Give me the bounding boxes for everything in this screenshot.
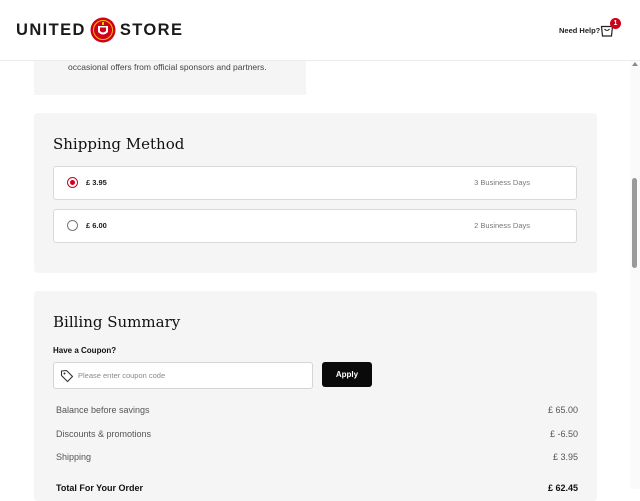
billing-summary-title: Billing Summary xyxy=(53,313,181,331)
shipping-option-express[interactable]: £ 6.00 2 Business Days xyxy=(53,209,577,243)
shipping-price: £ 6.00 xyxy=(86,221,107,230)
summary-value: £ -6.50 xyxy=(549,429,578,439)
billing-summary-section: Billing Summary Have a Coupon? Please en… xyxy=(34,291,597,501)
cart-count-badge: 1 xyxy=(610,18,621,29)
page-scrollbar[interactable] xyxy=(630,60,640,489)
summary-label: Discounts & promotions xyxy=(56,429,152,439)
shipping-duration: 2 Business Days xyxy=(474,221,530,230)
summary-value: £ 3.95 xyxy=(552,452,578,462)
logo-text-united: UNITED xyxy=(16,20,86,39)
summary-label: Total For Your Order xyxy=(56,483,144,493)
coupon-placeholder: Please enter coupon code xyxy=(78,371,166,380)
shipping-duration: 3 Business Days xyxy=(474,178,530,187)
consent-description: occasional offers from official sponsors… xyxy=(68,62,267,72)
summary-value: £ 62.45 xyxy=(547,483,578,493)
summary-label: Shipping xyxy=(56,452,92,462)
scrollbar-thumb[interactable] xyxy=(632,178,637,268)
store-logo[interactable]: UNITED STORE xyxy=(16,17,183,43)
logo-text-store: STORE xyxy=(119,20,184,39)
apply-coupon-button[interactable]: Apply xyxy=(322,362,372,387)
shipping-method-section: Shipping Method £ 3.95 3 Business Days £… xyxy=(34,113,597,273)
club-crest-icon xyxy=(90,17,116,43)
shipping-method-title: Shipping Method xyxy=(53,135,185,153)
coupon-label: Have a Coupon? xyxy=(53,346,117,355)
need-help-link[interactable]: Need Help? xyxy=(559,26,600,35)
shipping-price: £ 3.95 xyxy=(86,178,107,187)
shipping-radio[interactable] xyxy=(67,220,78,231)
tag-icon xyxy=(60,369,74,383)
shipping-radio-selected[interactable] xyxy=(67,177,78,188)
site-header: UNITED STORE Need Help? 1 xyxy=(0,0,640,61)
summary-label: Balance before savings xyxy=(56,405,150,415)
shipping-option-standard[interactable]: £ 3.95 3 Business Days xyxy=(53,166,577,200)
coupon-input[interactable]: Please enter coupon code xyxy=(53,362,313,389)
scroll-up-arrow-icon[interactable] xyxy=(632,62,638,66)
summary-value: £ 65.00 xyxy=(547,405,578,415)
